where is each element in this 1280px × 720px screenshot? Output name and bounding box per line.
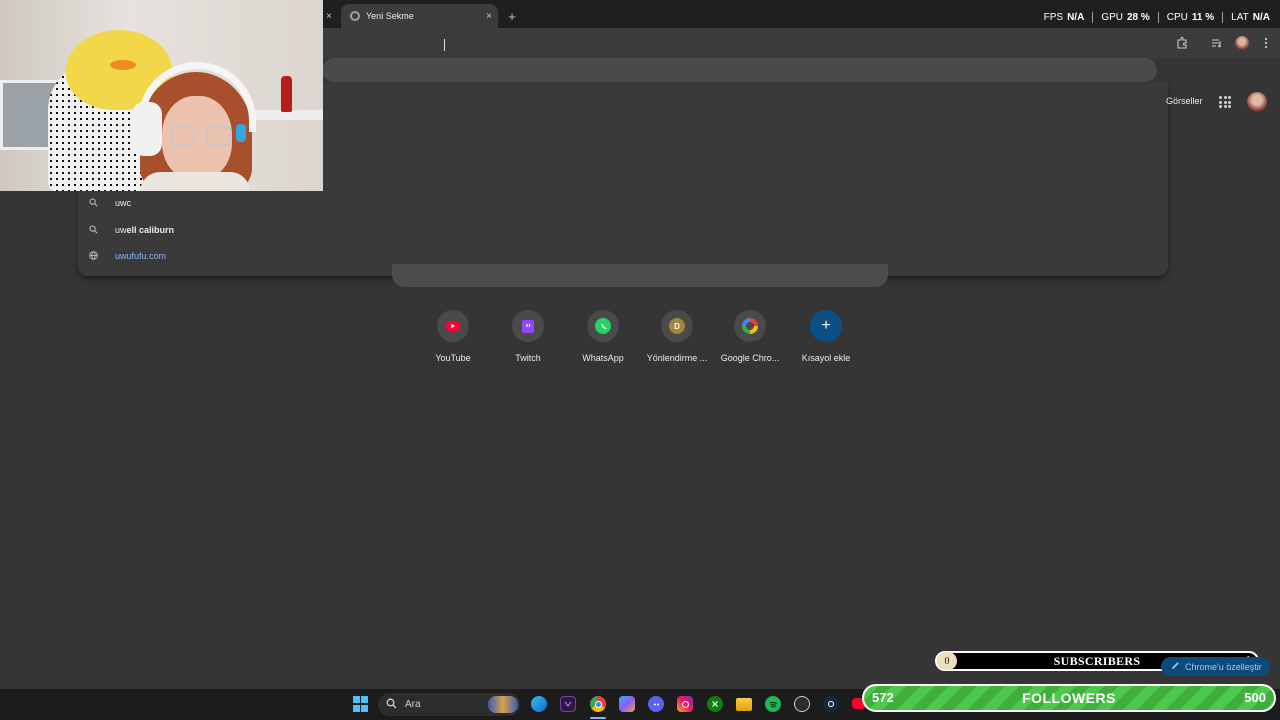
shortcut-whatsapp[interactable]: WhatsApp: [566, 310, 640, 363]
profile-avatar[interactable]: [1235, 36, 1249, 50]
tab-new-tab[interactable]: Yeni Sekme ×: [341, 4, 498, 28]
google-apps-icon[interactable]: [1219, 96, 1231, 108]
search-icon: [386, 698, 397, 712]
followers-goal: 500: [1244, 690, 1266, 705]
youtube-icon: [446, 321, 460, 331]
suggestion-item[interactable]: uw ufufu.com: [88, 245, 166, 267]
shortcut-add[interactable]: + Kısayol ekle: [789, 310, 863, 363]
extensions-icon[interactable]: [1175, 36, 1189, 50]
shortcut-label: YouTube: [435, 353, 471, 363]
new-tab-button[interactable]: +: [505, 4, 519, 28]
xbox-icon[interactable]: [707, 696, 723, 712]
shortcut-label: WhatsApp: [582, 353, 624, 363]
shortcut-label: Kısayol ekle: [801, 353, 851, 363]
whatsapp-icon: [595, 318, 611, 334]
globe-icon: [88, 250, 98, 262]
suggestion-item[interactable]: uwc: [88, 192, 131, 214]
fps-readout: FPS N/A: [1036, 12, 1094, 23]
steam-icon[interactable]: [823, 696, 839, 712]
spotify-icon[interactable]: [765, 696, 781, 712]
account-avatar[interactable]: [1247, 92, 1267, 112]
windows-start-icon[interactable]: [352, 696, 368, 712]
shortcut-label: Yönlendirme ...: [646, 353, 708, 363]
taskbar-search-placeholder: Ara: [405, 699, 421, 710]
file-explorer-icon[interactable]: [736, 698, 752, 711]
followers-label: FOLLOWERS: [1022, 690, 1116, 706]
shortcut-redirect[interactable]: D Yönlendirme ...: [640, 310, 714, 363]
customize-chrome-button[interactable]: Chrome'u özelleştir: [1161, 657, 1270, 676]
chrome-icon[interactable]: [590, 696, 606, 712]
pencil-icon: [1171, 661, 1180, 672]
shortcut-youtube[interactable]: YouTube: [416, 310, 490, 363]
tab-close-icon[interactable]: ×: [486, 11, 492, 22]
webcam-overlay: [0, 0, 323, 191]
search-icon: [88, 197, 98, 209]
lat-readout: LAT N/A: [1231, 12, 1270, 23]
search-icon: [88, 224, 98, 236]
edge-icon[interactable]: [531, 696, 547, 712]
obs-icon[interactable]: [794, 696, 810, 712]
more-menu-icon[interactable]: [1259, 36, 1273, 50]
tab-title: Yeni Sekme: [366, 11, 414, 21]
chrome-icon: [350, 11, 360, 21]
tab-close-icon[interactable]: ×: [322, 4, 336, 28]
followers-goal-bar: 572 FOLLOWERS 500: [862, 684, 1276, 712]
letter-d-icon: D: [669, 318, 685, 334]
shortcut-google-chrome[interactable]: Google Chro...: [713, 310, 787, 363]
taskbar-search[interactable]: Ara: [378, 693, 520, 716]
media-controls-icon[interactable]: [1210, 36, 1224, 50]
shortcut-label: Twitch: [515, 353, 541, 363]
ntp-search-box[interactable]: [392, 264, 888, 287]
discord-icon[interactable]: [648, 696, 664, 712]
performance-overlay: FPS N/A GPU 28 % CPU 11 % LAT N/A: [1036, 12, 1270, 23]
twitch-icon: [522, 319, 534, 333]
gpu-readout: GPU 28 %: [1093, 12, 1159, 23]
vegas-icon[interactable]: [560, 696, 576, 712]
address-bar[interactable]: [322, 58, 1157, 82]
instagram-icon[interactable]: [677, 696, 693, 712]
text-cursor-icon: [444, 39, 450, 51]
copilot-icon[interactable]: [619, 696, 635, 712]
add-icon: +: [821, 317, 831, 334]
shortcut-twitch[interactable]: Twitch: [491, 310, 565, 363]
suggestion-item[interactable]: uw ell caliburn: [88, 219, 174, 241]
cpu-readout: CPU 11 %: [1159, 12, 1224, 23]
shortcut-label: Google Chro...: [720, 353, 780, 363]
images-link[interactable]: Görseller: [1166, 96, 1203, 106]
google-icon: [742, 318, 758, 334]
